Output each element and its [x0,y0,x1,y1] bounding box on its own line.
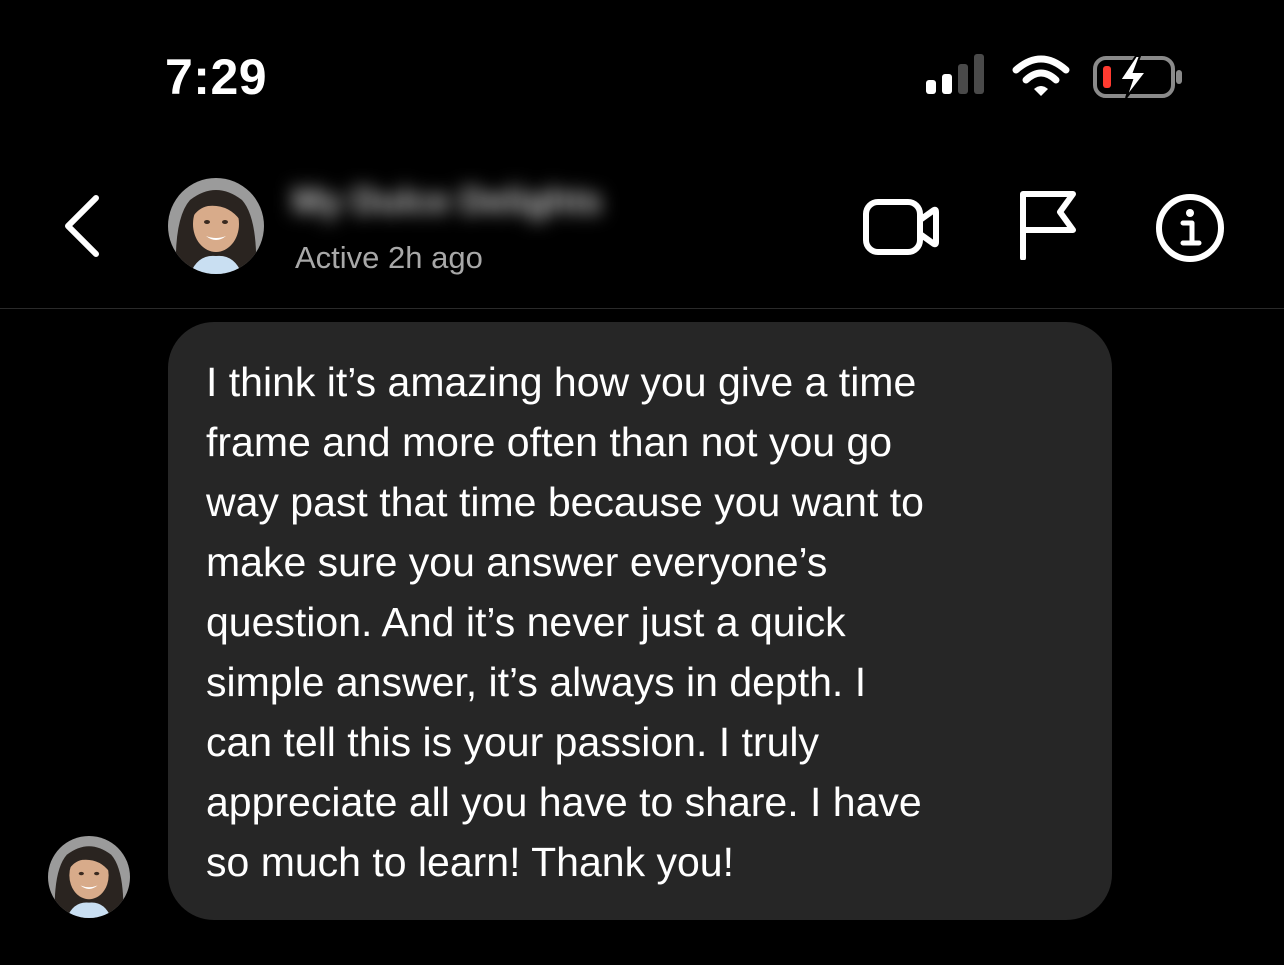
status-time: 7:29 [165,49,268,105]
wifi-icon [1012,55,1070,96]
message-line: frame and more often than not you go [206,419,893,465]
status-icons [920,52,1190,102]
thread-header: My Dulce Delights Active 2h ago [0,150,1284,309]
message-line: make sure you answer everyone’s [206,539,828,585]
info-icon[interactable] [1155,193,1225,263]
message-line: question. And it’s never just a quick [206,599,846,645]
battery-charging-icon [1093,55,1182,99]
contact-name[interactable]: My Dulce Delights [292,180,602,226]
cellular-signal-icon [920,52,992,98]
sender-avatar[interactable] [48,836,130,918]
contact-avatar[interactable] [168,178,264,274]
message-line: way past that time because you want to [206,479,924,525]
flag-icon[interactable] [1018,190,1078,260]
back-chevron-icon[interactable] [60,194,104,258]
message-bubble[interactable]: I think it’s amazing how you give a time… [168,322,1112,920]
message-line: appreciate all you have to share. I have [206,779,922,825]
message-line: simple answer, it’s always in depth. I [206,659,867,705]
active-status: Active 2h ago [295,240,483,275]
message-line: so much to learn! Thank you! [206,839,734,885]
video-camera-icon[interactable] [862,198,940,256]
message-line: can tell this is your passion. I truly [206,719,819,765]
message-line: I think it’s amazing how you give a time [206,359,917,405]
dm-thread-screen: 7:29 My Dulce Delights Active 2h ago I t… [0,0,1284,965]
